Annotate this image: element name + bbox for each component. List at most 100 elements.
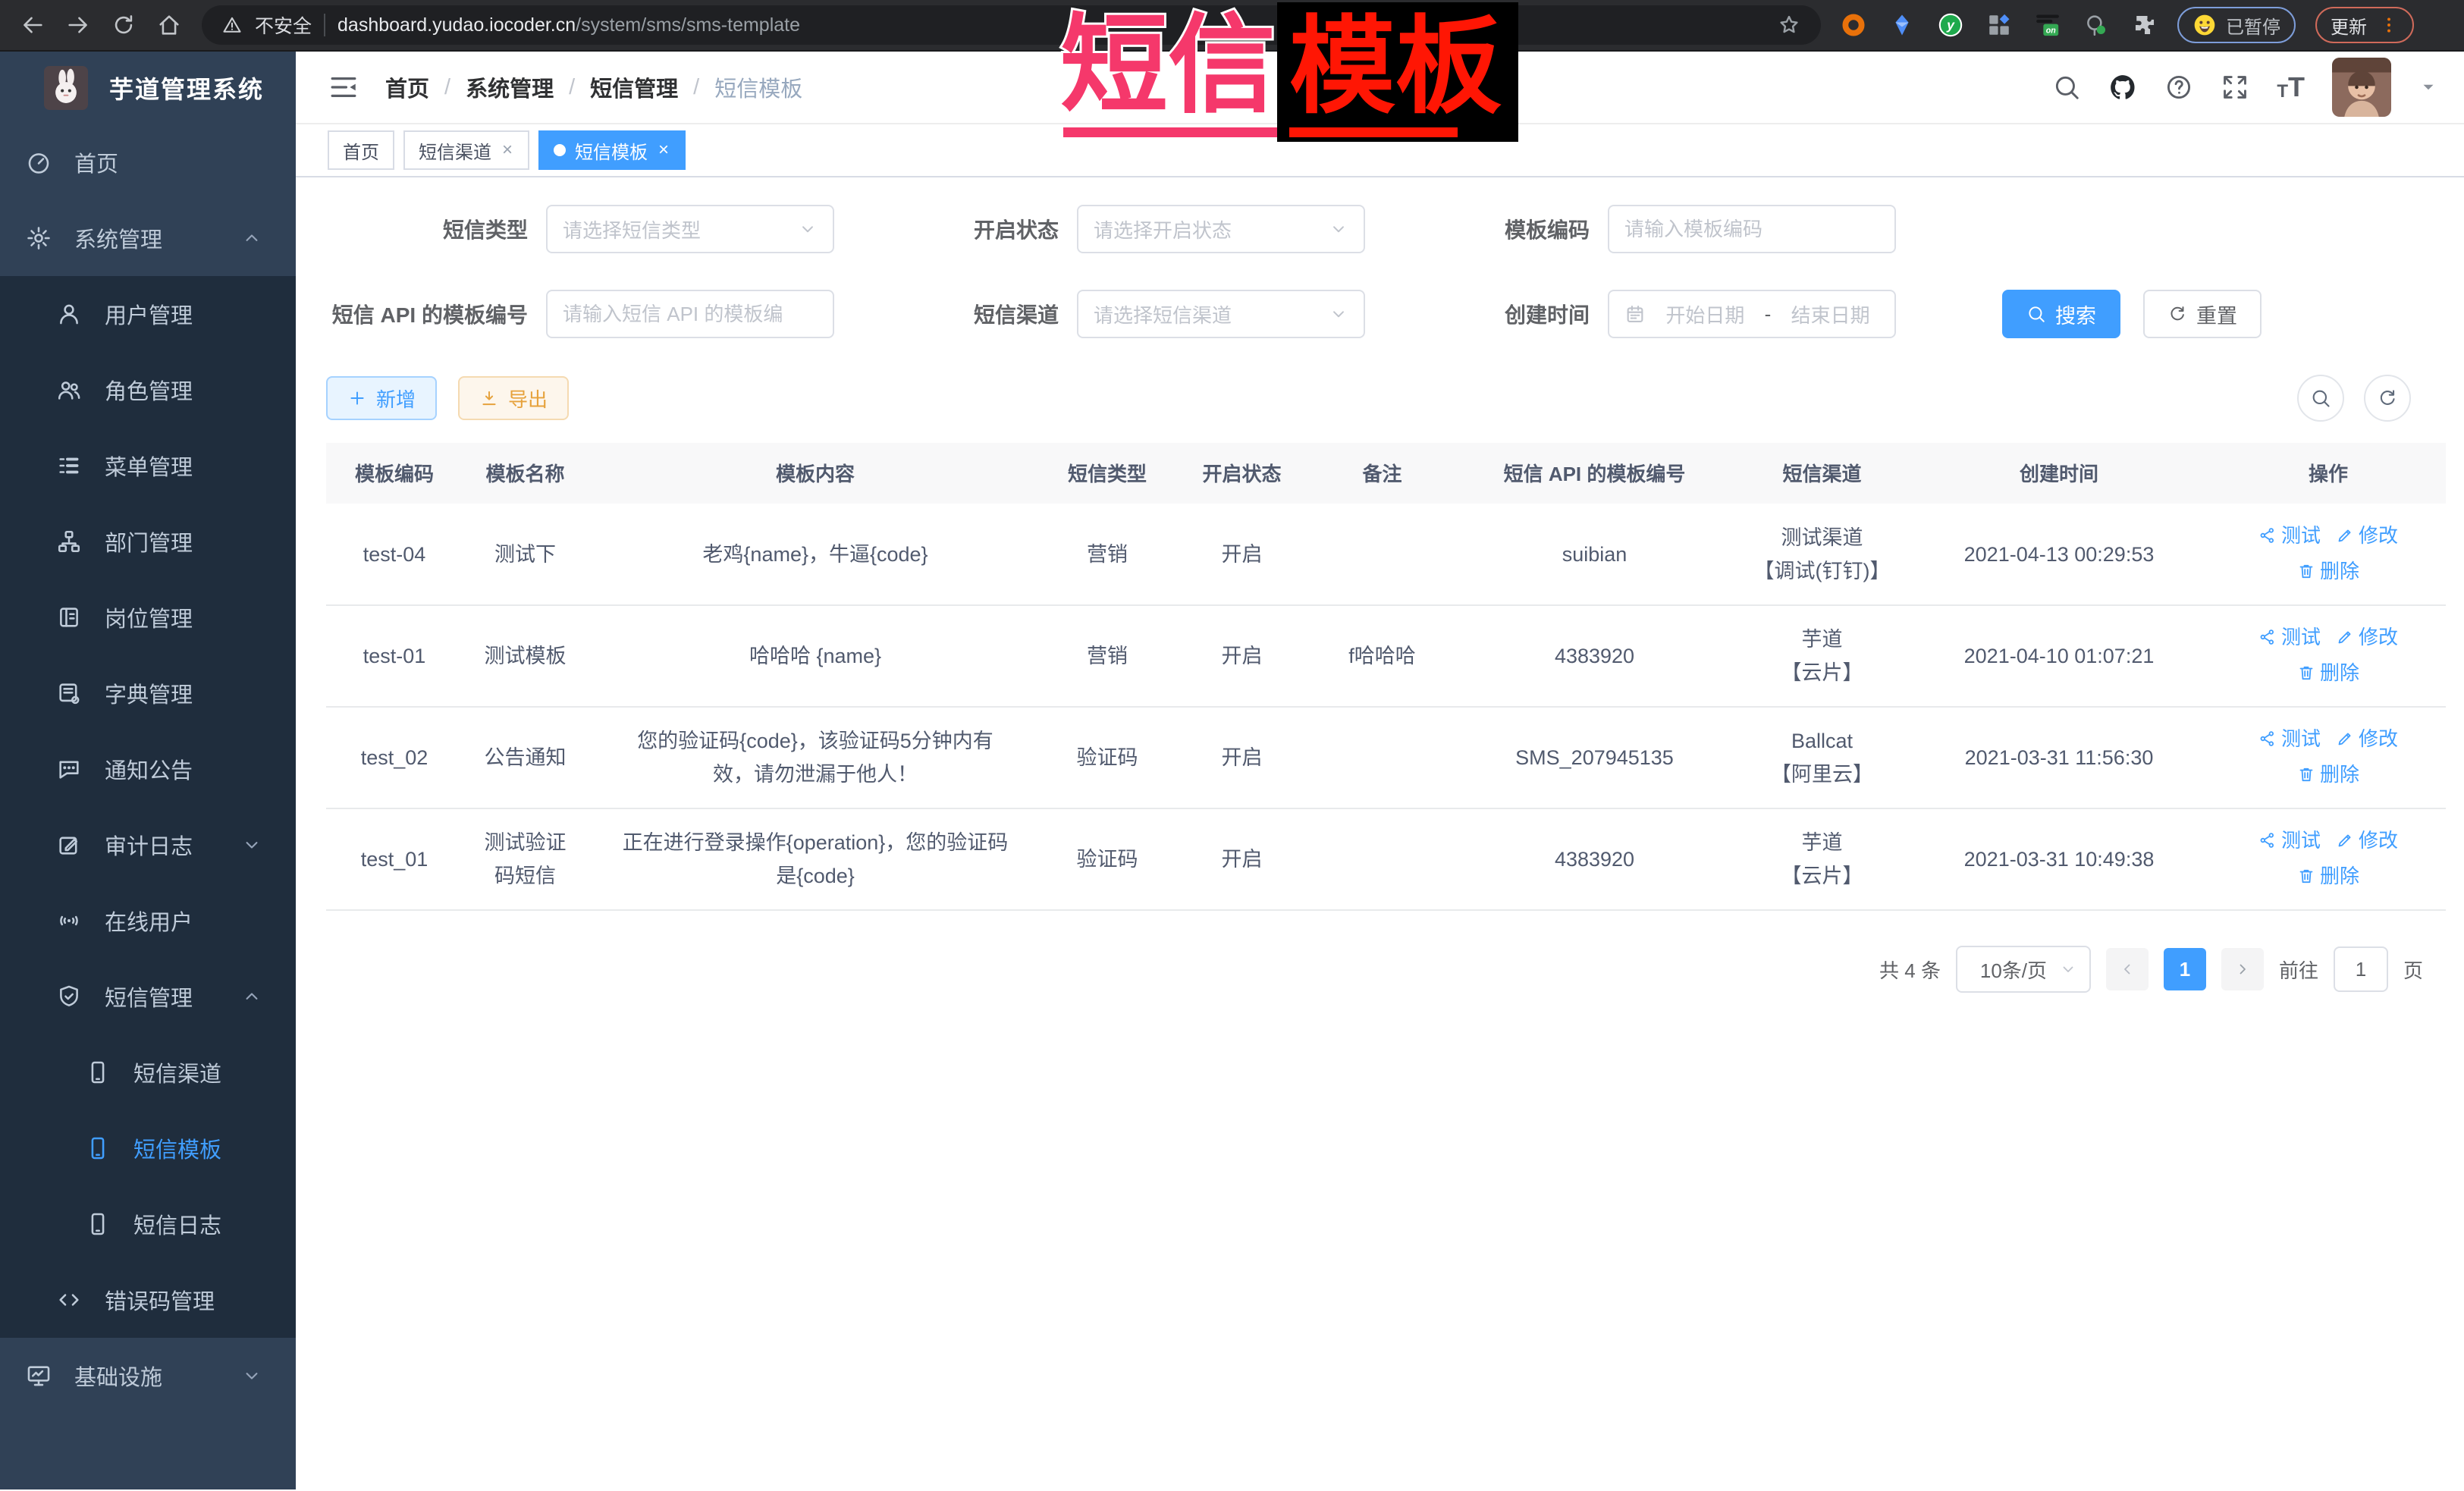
breadcrumb-item[interactable]: 短信管理	[590, 71, 678, 103]
edit-link[interactable]: 修改	[2336, 519, 2398, 552]
delete-link[interactable]: 删除	[2297, 554, 2359, 588]
extension-gem-icon[interactable]	[1889, 12, 1915, 38]
col-template-content: 模板内容	[588, 443, 1043, 504]
delete-link[interactable]: 删除	[2297, 656, 2359, 689]
sidebar-item[interactable]: 基础设施	[0, 1338, 296, 1414]
sidebar-item[interactable]: 岗位管理	[0, 579, 296, 655]
channel-select[interactable]: 请选择短信渠道	[1077, 290, 1365, 338]
cell-template-name: 公告通知	[463, 707, 588, 808]
sidebar-item[interactable]: 错误码管理	[0, 1262, 296, 1338]
extension-tiles-icon[interactable]	[1986, 12, 2012, 38]
forward-icon[interactable]	[65, 12, 91, 38]
test-link[interactable]: 测试	[2258, 519, 2321, 552]
sidebar-item[interactable]: 短信管理	[0, 959, 296, 1034]
close-icon[interactable]: ×	[501, 141, 514, 159]
extension-cam-icon[interactable]	[2083, 12, 2109, 38]
filter-channel: 短信渠道 请选择短信渠道	[857, 290, 1388, 338]
extension-on-icon[interactable]: on	[2035, 12, 2061, 38]
github-icon[interactable]	[2108, 73, 2137, 102]
url-host: dashboard.yudao.iocoder.cn	[337, 14, 576, 36]
breadcrumb-separator: /	[444, 75, 450, 100]
pen-icon	[2336, 628, 2354, 646]
page-content: 短信类型 请选择短信类型 开启状态 请选择开启状态 模板编码	[296, 177, 2464, 1489]
status-select[interactable]: 请选择开启状态	[1077, 205, 1365, 253]
chevron-down-icon	[798, 219, 818, 239]
cell-channel: 测试渠道【调试(钉钉)】	[1737, 504, 1907, 605]
sidebar-item[interactable]: 审计日志	[0, 807, 296, 883]
goto-page-input[interactable]	[2334, 946, 2388, 992]
edit-link[interactable]: 修改	[2336, 722, 2398, 755]
close-icon[interactable]: ×	[657, 141, 670, 159]
sidebar-item[interactable]: 菜单管理	[0, 428, 296, 504]
extension-y-icon[interactable]: y	[1938, 12, 1963, 38]
font-size-icon[interactable]: TT	[2277, 74, 2305, 101]
refresh-table-button[interactable]	[2364, 375, 2411, 422]
date-range-picker[interactable]: 开始日期 - 结束日期	[1608, 290, 1896, 338]
sms-type-select[interactable]: 请选择短信类型	[546, 205, 834, 253]
test-link[interactable]: 测试	[2258, 620, 2321, 654]
edit-link[interactable]: 修改	[2336, 620, 2398, 654]
add-button[interactable]: 新增	[326, 376, 437, 420]
date-end-placeholder: 结束日期	[1781, 300, 1879, 328]
reload-icon[interactable]	[111, 12, 137, 38]
sidebar-item[interactable]: 在线用户	[0, 883, 296, 959]
search-icon[interactable]	[2052, 73, 2081, 102]
col-created: 创建时间	[1907, 443, 2211, 504]
sms-type-label: 短信类型	[326, 214, 546, 244]
next-page-button[interactable]	[2221, 948, 2264, 990]
edit-link[interactable]: 修改	[2336, 824, 2398, 857]
hamburger-icon[interactable]	[328, 71, 359, 103]
delete-link[interactable]: 删除	[2297, 859, 2359, 893]
export-button[interactable]: 导出	[458, 376, 569, 420]
sidebar-item[interactable]: 短信模板	[0, 1110, 296, 1186]
fullscreen-icon[interactable]	[2221, 73, 2249, 102]
paused-badge[interactable]: 已暂停	[2177, 7, 2296, 43]
current-page-button[interactable]: 1	[2164, 948, 2206, 990]
bookmark-star-icon[interactable]	[1777, 13, 1801, 37]
not-secure-warning-icon	[221, 14, 243, 36]
chevron-down-icon	[2059, 960, 2077, 978]
sidebar-item[interactable]: 系统管理	[0, 200, 296, 276]
api-template-id-input[interactable]	[546, 290, 834, 338]
sidebar-item[interactable]: 角色管理	[0, 352, 296, 428]
update-button[interactable]: 更新	[2315, 7, 2414, 43]
back-icon[interactable]	[20, 12, 46, 38]
breadcrumb-item[interactable]: 首页	[385, 71, 429, 103]
sidebar-item[interactable]: 字典管理	[0, 655, 296, 731]
kebab-menu-icon[interactable]	[2379, 15, 2399, 35]
sidebar-item[interactable]: 用户管理	[0, 276, 296, 352]
help-icon[interactable]	[2164, 73, 2193, 102]
template-code-input[interactable]	[1608, 205, 1896, 253]
tab-home[interactable]: 首页	[328, 130, 394, 170]
page-size-select[interactable]: 10条/页	[1956, 946, 2091, 993]
home-icon[interactable]	[156, 12, 182, 38]
chevron-down-icon[interactable]	[2418, 77, 2438, 97]
cell-template-code: test-04	[326, 504, 463, 605]
tab-sms-channel[interactable]: 短信渠道 ×	[403, 130, 529, 170]
filter-api-template-id: 短信 API 的模板编号	[326, 290, 857, 338]
cell-sms-type: 营销	[1043, 504, 1172, 605]
test-link[interactable]: 测试	[2258, 722, 2321, 755]
reset-button[interactable]: 重置	[2143, 290, 2262, 338]
breadcrumb-current: 短信模板	[714, 71, 802, 103]
tab-sms-template[interactable]: 短信模板 ×	[538, 130, 686, 170]
sidebar-item[interactable]: 短信渠道	[0, 1034, 296, 1110]
sidebar-item[interactable]: 首页	[0, 124, 296, 200]
search-button[interactable]: 搜索	[2002, 290, 2120, 338]
toggle-search-button[interactable]	[2297, 375, 2344, 422]
url-bar[interactable]: 不安全 dashboard.yudao.iocoder.cn/system/sm…	[202, 5, 1821, 45]
cell-template-code: test-01	[326, 605, 463, 707]
sidebar-item[interactable]: 短信日志	[0, 1186, 296, 1262]
prev-page-button[interactable]	[2106, 948, 2149, 990]
breadcrumb-item[interactable]: 系统管理	[466, 71, 554, 103]
extension-ring-icon[interactable]	[1841, 12, 1866, 38]
delete-link[interactable]: 删除	[2297, 758, 2359, 791]
chevron-down-icon	[1329, 219, 1348, 239]
sidebar-item[interactable]: 通知公告	[0, 731, 296, 807]
sidebar-item[interactable]: 部门管理	[0, 504, 296, 579]
test-link[interactable]: 测试	[2258, 824, 2321, 857]
extensions-puzzle-icon[interactable]	[2132, 12, 2158, 38]
sidebar-item-label: 短信管理	[105, 981, 193, 1012]
col-template-code: 模板编码	[326, 443, 463, 504]
avatar[interactable]	[2332, 58, 2391, 117]
